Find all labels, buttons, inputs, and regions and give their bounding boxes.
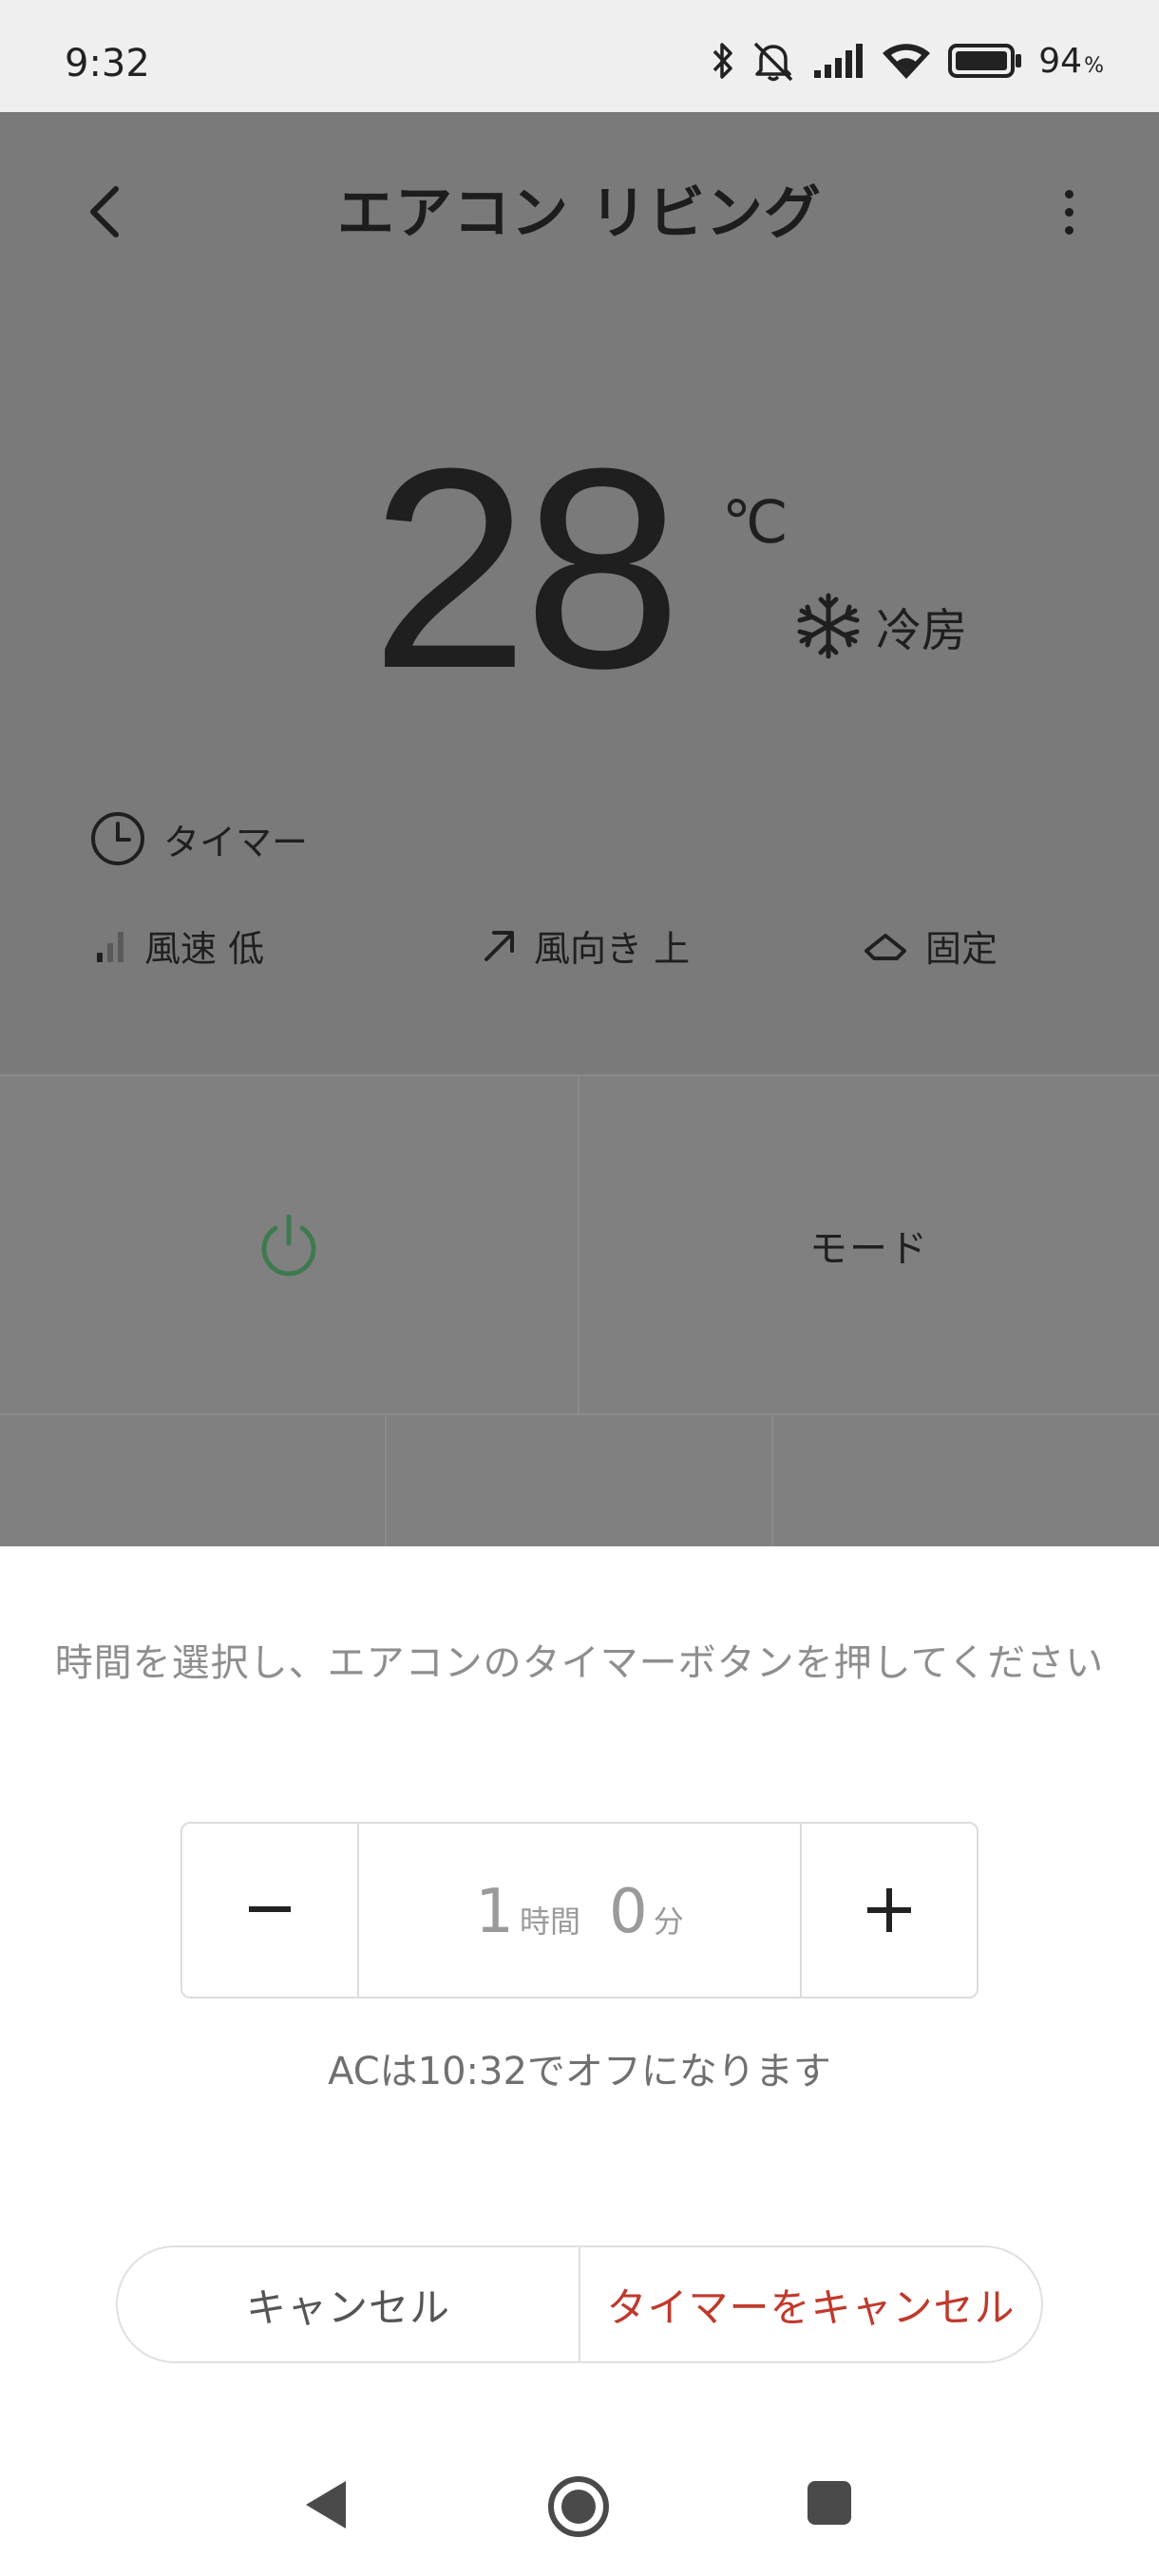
control-cell[interactable] bbox=[773, 1415, 1159, 1548]
decrease-button[interactable] bbox=[182, 1824, 359, 1997]
current-mode: 冷房 bbox=[794, 592, 967, 660]
sheet-instruction: 時間を選択し、エアコンのタイマーボタンを押してください bbox=[54, 1641, 1105, 1685]
hours-unit: 時間 bbox=[519, 1904, 580, 1940]
device-screen: エアコン リビング 28 ℃ 冷房 タイマー 風速 低 風向き 上 固定 モード bbox=[0, 112, 1159, 1548]
page-title: エアコン リビング bbox=[337, 180, 822, 247]
status-time: 9:32 bbox=[65, 42, 150, 85]
swing-fixed-icon bbox=[864, 934, 906, 960]
timer-label: タイマー bbox=[163, 821, 309, 863]
control-grid: モード bbox=[0, 1074, 1159, 1548]
system-nav-bar bbox=[0, 2432, 1159, 2576]
clock-icon bbox=[91, 812, 144, 865]
temperature-unit: ℃ bbox=[722, 487, 788, 557]
fan-speed: 風速 低 bbox=[95, 912, 264, 978]
status-info-row: 風速 低 風向き 上 固定 bbox=[0, 912, 1159, 978]
nav-recents-icon[interactable] bbox=[808, 2481, 851, 2525]
cancel-button[interactable]: キャンセル bbox=[118, 2247, 580, 2361]
control-cell[interactable] bbox=[387, 1415, 773, 1548]
status-icons: 94% bbox=[712, 38, 1104, 84]
timer-sheet: 時間を選択し、エアコンのタイマーボタンを押してください 1 時間 0 分 ACは… bbox=[0, 1546, 1159, 2576]
control-cell[interactable] bbox=[0, 1415, 387, 1548]
more-vertical-icon bbox=[1064, 189, 1074, 199]
mode-button-label: モード bbox=[809, 1226, 929, 1271]
minutes-value: 0 bbox=[609, 1877, 648, 1947]
wind-direction: 風向き 上 bbox=[481, 912, 690, 978]
battery-percent: 94% bbox=[1038, 41, 1104, 81]
nav-home-icon[interactable] bbox=[547, 2475, 610, 2538]
duration-value: 1 時間 0 分 bbox=[359, 1824, 800, 1997]
battery-icon bbox=[948, 44, 1022, 78]
temperature-value: 28 bbox=[370, 408, 682, 728]
power-button[interactable] bbox=[0, 1076, 580, 1415]
swing-mode: 固定 bbox=[863, 912, 998, 978]
arrow-up-right-icon bbox=[484, 931, 514, 961]
status-bar: 9:32 94% bbox=[0, 0, 1159, 112]
swing-label: 固定 bbox=[925, 927, 998, 970]
cancel-timer-button[interactable]: タイマーをキャンセル bbox=[580, 2247, 1041, 2361]
fan-speed-icon bbox=[97, 932, 124, 962]
snowflake-icon bbox=[797, 593, 860, 659]
mute-icon bbox=[754, 42, 793, 82]
minutes-unit: 分 bbox=[653, 1904, 684, 1940]
bluetooth-icon bbox=[713, 43, 733, 79]
plus-icon bbox=[867, 1888, 911, 1932]
timer-button[interactable]: タイマー bbox=[89, 810, 308, 867]
signal-icon bbox=[814, 44, 864, 78]
wifi-icon bbox=[883, 44, 931, 79]
increase-button[interactable] bbox=[800, 1824, 977, 1997]
nav-back-icon[interactable] bbox=[302, 2477, 350, 2532]
hours-value: 1 bbox=[475, 1877, 514, 1947]
power-icon bbox=[261, 1214, 316, 1276]
minus-icon bbox=[249, 1906, 291, 1912]
more-menu-button[interactable] bbox=[1045, 169, 1092, 255]
mode-label: 冷房 bbox=[876, 604, 968, 657]
off-time-note: ACは10:32でオフになります bbox=[328, 2050, 831, 2093]
fan-speed-label: 風速 低 bbox=[144, 927, 265, 970]
duration-stepper: 1 時間 0 分 bbox=[180, 1822, 978, 1998]
wind-direction-label: 風向き 上 bbox=[534, 927, 691, 970]
sheet-actions: キャンセル タイマーをキャンセル bbox=[116, 2245, 1043, 2363]
mode-button[interactable]: モード bbox=[580, 1076, 1159, 1415]
